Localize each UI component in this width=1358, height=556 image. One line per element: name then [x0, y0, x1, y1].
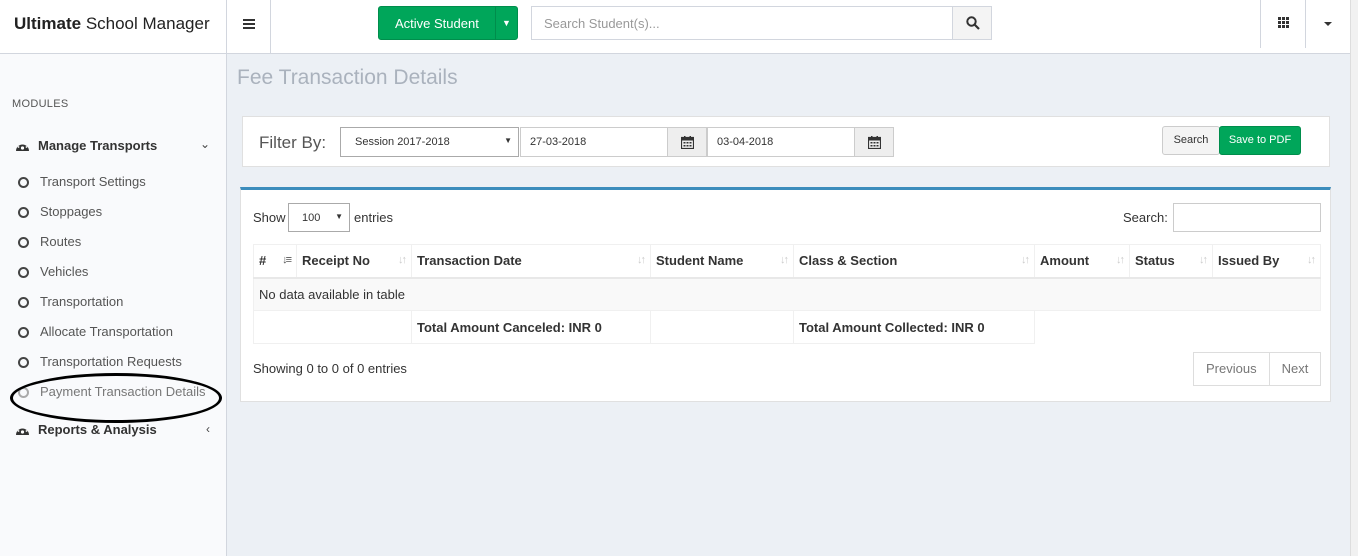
circle-icon [18, 357, 29, 368]
table-row-empty: No data available in table [253, 277, 1321, 311]
date-to-input[interactable]: 03-04-2018 [707, 127, 855, 157]
caret-down-icon: ▼ [504, 136, 512, 145]
date-from-input[interactable]: 27-03-2018 [520, 127, 668, 157]
table-totals-row: Total Amount Canceled: INR 0 Total Amoun… [253, 310, 1321, 344]
column-header-student-name[interactable]: Student Name ↓↑ [650, 244, 794, 279]
dashboard-icon [16, 426, 29, 435]
search-button[interactable] [952, 6, 992, 40]
dashboard-icon [16, 142, 29, 151]
sort-icon: ↓↑ [398, 254, 407, 266]
circle-icon [18, 387, 29, 398]
column-header-status[interactable]: Status ↓↑ [1129, 244, 1213, 279]
previous-page-button[interactable]: Previous [1193, 352, 1270, 386]
column-header-index[interactable]: # ↓≡ [253, 244, 297, 279]
circle-icon [18, 207, 29, 218]
sort-icon: ↓↑ [1116, 254, 1125, 266]
table-info: Showing 0 to 0 of 0 entries [253, 361, 407, 376]
apps-grid-button[interactable] [1260, 0, 1306, 48]
student-search-input[interactable]: Search Student(s)... [531, 6, 953, 40]
circle-icon [18, 177, 29, 188]
filter-panel: Filter By: Session 2017-2018 ▼ 27-03-201… [242, 116, 1330, 167]
column-header-class-section[interactable]: Class & Section ↓↑ [793, 244, 1035, 279]
column-header-amount[interactable]: Amount ↓↑ [1034, 244, 1130, 279]
sidebar-item-reports-analysis[interactable]: Reports & Analysis ‹ [15, 421, 215, 441]
total-canceled: Total Amount Canceled: INR 0 [411, 310, 651, 344]
circle-icon [18, 327, 29, 338]
table-search-input[interactable] [1173, 203, 1321, 232]
page-size-select[interactable]: 100 ▼ [288, 203, 350, 232]
filter-search-button[interactable]: Search [1162, 126, 1220, 155]
sidebar-item-transport-settings[interactable]: Transport Settings [18, 174, 218, 192]
circle-icon [18, 297, 29, 308]
show-label: Show [253, 210, 286, 225]
chevron-down-icon: ⌄ [199, 137, 210, 151]
table-header-row: # ↓≡ Receipt No ↓↑ Transaction Date ↓↑ Stud… [253, 244, 1321, 279]
sort-icon: ↓↑ [1199, 254, 1208, 266]
sort-asc-icon: ↓≡ [282, 254, 292, 266]
brand-rest-text: School Manager [85, 14, 210, 33]
date-to-calendar-button[interactable] [854, 127, 894, 157]
sort-icon: ↓↑ [1307, 254, 1316, 266]
save-to-pdf-button[interactable]: Save to PDF [1219, 126, 1301, 155]
date-from-calendar-button[interactable] [667, 127, 707, 157]
transactions-panel: Show 100 ▼ entries Search: # ↓≡ Receipt N… [240, 187, 1331, 402]
circle-icon [18, 237, 29, 248]
sidebar-item-routes[interactable]: Routes [18, 234, 218, 252]
brand-bold-text: Ultimate [14, 14, 82, 33]
sidebar-item-allocate-transportation[interactable]: Allocate Transportation [18, 324, 218, 342]
sort-icon: ↓↑ [1021, 254, 1030, 266]
app-brand[interactable]: Ultimate School Manager [0, 0, 227, 54]
circle-icon [18, 267, 29, 278]
caret-down-icon[interactable]: ▼ [495, 7, 517, 39]
sidebar-item-vehicles[interactable]: Vehicles [18, 264, 218, 282]
calendar-icon [868, 136, 881, 149]
column-header-issued-by[interactable]: Issued By ↓↑ [1212, 244, 1321, 279]
pagination: Previous Next [1193, 352, 1322, 386]
search-icon [966, 16, 980, 30]
next-page-button[interactable]: Next [1269, 352, 1322, 386]
sort-icon: ↓↑ [780, 254, 789, 266]
sidebar-item-payment-transaction-details[interactable]: Payment Transaction Details [18, 384, 218, 402]
empty-table-message: No data available in table [253, 277, 1321, 311]
entries-label: entries [354, 210, 394, 225]
filter-label: Filter By: [259, 133, 327, 152]
sidebar-item-transportation-requests[interactable]: Transportation Requests [18, 354, 218, 372]
session-select[interactable]: Session 2017-2018 ▼ [340, 127, 519, 157]
caret-down-icon [1324, 22, 1332, 26]
user-menu-dropdown[interactable] [1305, 0, 1350, 48]
sidebar: MODULES Manage Transports ⌄ Transport Se… [0, 54, 227, 556]
top-navbar: Ultimate School Manager Active Student ▼… [0, 0, 1358, 54]
sidebar-item-transportation[interactable]: Transportation [18, 294, 218, 312]
modules-heading: MODULES [12, 98, 69, 110]
calendar-icon [681, 136, 694, 149]
sort-icon: ↓↑ [637, 254, 646, 266]
total-collected: Total Amount Collected: INR 0 [793, 310, 1035, 344]
sidebar-item-manage-transports[interactable]: Manage Transports ⌄ [15, 137, 215, 157]
active-student-button[interactable]: Active Student ▼ [378, 6, 518, 40]
column-header-transaction-date[interactable]: Transaction Date ↓↑ [411, 244, 651, 279]
transactions-table: # ↓≡ Receipt No ↓↑ Transaction Date ↓↑ Stud… [253, 244, 1321, 344]
sidebar-toggle-button[interactable] [227, 0, 271, 54]
table-search-label: Search: [1123, 210, 1168, 225]
sidebar-item-stoppages[interactable]: Stoppages [18, 204, 218, 222]
active-student-label: Active Student [395, 16, 479, 31]
caret-down-icon: ▼ [335, 212, 343, 221]
vertical-scrollbar[interactable] [1350, 0, 1358, 556]
column-header-receipt-no[interactable]: Receipt No ↓↑ [296, 244, 412, 279]
hamburger-icon [243, 19, 255, 21]
page-title: Fee Transaction Details [237, 66, 458, 89]
chevron-left-icon: ‹ [206, 422, 210, 436]
